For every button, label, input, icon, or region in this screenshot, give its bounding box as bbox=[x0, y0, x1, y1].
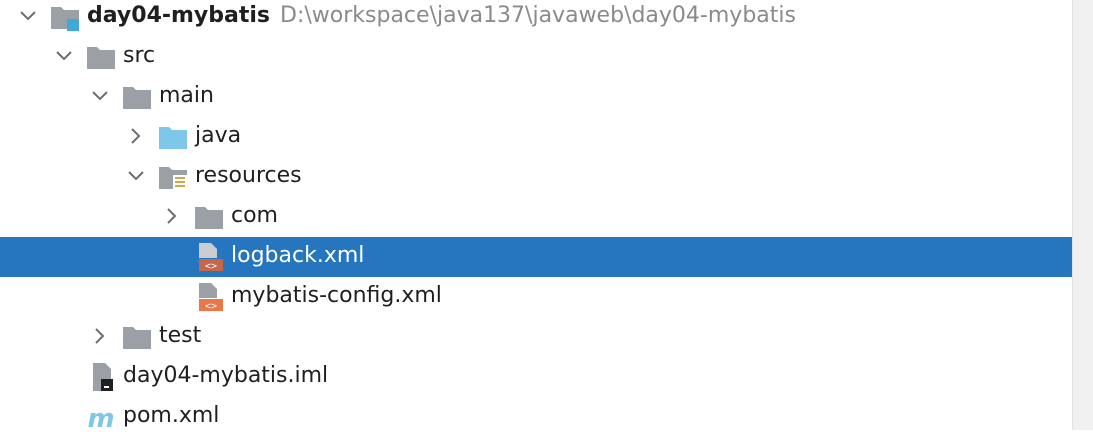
tree-label-java: java bbox=[195, 123, 242, 148]
iml-file-icon bbox=[93, 363, 113, 391]
source-root-folder-icon bbox=[159, 127, 187, 149]
tree-label-logback-xml: logback.xml bbox=[231, 243, 365, 268]
chevron-right-icon[interactable] bbox=[125, 125, 147, 147]
project-folder-icon bbox=[51, 7, 79, 31]
xml-file-icon: <> bbox=[199, 283, 223, 312]
folder-icon bbox=[87, 47, 115, 69]
tree-row-test[interactable]: test bbox=[0, 317, 1072, 357]
tree-row-iml[interactable]: day04-mybatis.iml bbox=[0, 357, 1072, 397]
svg-text:<>: <> bbox=[205, 261, 217, 272]
folder-icon bbox=[195, 207, 223, 229]
svg-text:m: m bbox=[87, 404, 114, 433]
project-path: D:\workspace\java137\javaweb\day04-mybat… bbox=[280, 3, 796, 28]
folder-icon bbox=[123, 87, 151, 109]
tree-label-mybatis-config-xml: mybatis-config.xml bbox=[231, 283, 442, 308]
tree-label-pom-xml: pom.xml bbox=[123, 403, 220, 428]
tree-row-java[interactable]: java bbox=[0, 117, 1072, 157]
tree-label-main: main bbox=[159, 83, 214, 108]
tree-label-src: src bbox=[123, 43, 156, 68]
tree-label-iml: day04-mybatis.iml bbox=[123, 363, 329, 388]
project-name: day04-mybatis D:\workspace\java137\javawe… bbox=[87, 3, 796, 28]
resources-folder-icon bbox=[159, 167, 187, 190]
tree-row-pom-xml[interactable]: m pom.xml bbox=[0, 397, 1072, 437]
tree-row-com[interactable]: com bbox=[0, 197, 1072, 237]
tree-label-resources: resources bbox=[195, 163, 302, 188]
folder-icon bbox=[123, 327, 151, 349]
svg-text:<>: <> bbox=[205, 301, 217, 312]
maven-icon: m bbox=[87, 404, 114, 433]
project-tree: day04-mybatis D:\workspace\java137\javawe… bbox=[0, 0, 1072, 433]
tree-row-logback-xml[interactable]: <> logback.xml bbox=[0, 237, 1072, 277]
chevron-right-icon[interactable] bbox=[89, 325, 111, 347]
tree-row-main[interactable]: main bbox=[0, 77, 1072, 117]
chevron-right-icon[interactable] bbox=[161, 205, 183, 227]
chevron-down-icon[interactable] bbox=[89, 85, 111, 107]
tree-row-resources[interactable]: resources bbox=[0, 157, 1072, 197]
vertical-scrollbar[interactable] bbox=[1072, 0, 1093, 430]
chevron-down-icon[interactable] bbox=[17, 5, 39, 27]
chevron-down-icon[interactable] bbox=[53, 45, 75, 67]
xml-file-icon: <> bbox=[199, 243, 223, 272]
tree-label-com: com bbox=[231, 203, 278, 228]
tree-label-test: test bbox=[159, 323, 202, 348]
tree-row-mybatis-config-xml[interactable]: <> mybatis-config.xml bbox=[0, 277, 1072, 317]
tree-row-project[interactable]: day04-mybatis D:\workspace\java137\javawe… bbox=[0, 0, 1072, 37]
tree-row-src[interactable]: src bbox=[0, 37, 1072, 77]
chevron-down-icon[interactable] bbox=[125, 165, 147, 187]
